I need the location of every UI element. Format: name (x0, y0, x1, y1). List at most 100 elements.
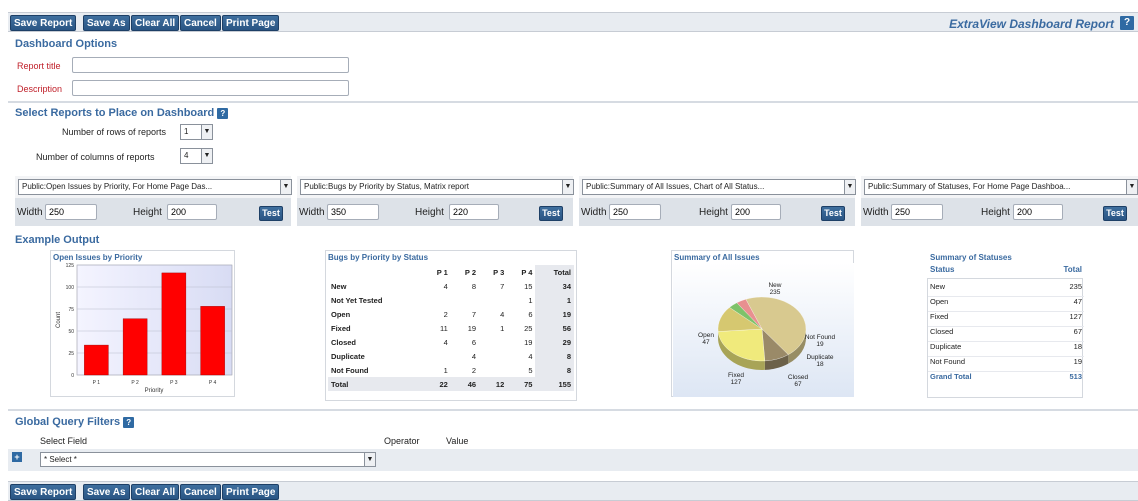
height-label: Height (699, 207, 728, 218)
description-input[interactable] (72, 80, 349, 96)
print-page-button[interactable]: Print Page (222, 484, 279, 500)
add-filter-icon[interactable]: + (12, 452, 22, 462)
app-title: ExtraView Dashboard Report (949, 17, 1114, 31)
clear-all-button[interactable]: Clear All (131, 15, 179, 31)
top-toolbar: Save Report Save As Clear All Cancel Pri… (8, 12, 1138, 32)
cell: 5 (507, 363, 535, 377)
matrix-header-cell: P 1 (423, 265, 451, 279)
report-title-label: Report title (17, 61, 61, 71)
width-input[interactable] (45, 204, 97, 220)
cell: 6 (507, 307, 535, 321)
total-cell: 56 (535, 321, 574, 335)
test-button[interactable]: Test (539, 206, 563, 221)
report-column-1: Public:Open Issues by Priority, For Home… (15, 176, 291, 226)
x-axis-label: Priority (145, 388, 164, 394)
table-row: Open 2 7 4 6 19 (328, 307, 574, 321)
help-icon[interactable]: ? (1120, 16, 1134, 30)
report-select-4[interactable]: Public:Summary of Statuses, For Home Pag… (864, 179, 1138, 195)
rows-select[interactable]: 1 ▼ (180, 124, 213, 140)
y-tick-label: 75 (68, 307, 74, 313)
bar (123, 319, 147, 375)
status-total: 19 (1074, 357, 1082, 366)
cell: 2 (423, 307, 451, 321)
status-summary-card: Summary of Statuses Status Total New235 … (927, 278, 1083, 398)
matrix-header-row: P 1 P 2 P 3 P 4 Total (328, 265, 574, 279)
example-output-title: Example Output (15, 234, 99, 246)
cancel-button[interactable]: Cancel (180, 484, 221, 500)
cell: 25 (507, 321, 535, 335)
help-icon[interactable]: ? (123, 417, 134, 428)
cell: 1 (479, 321, 507, 335)
print-page-button[interactable]: Print Page (222, 15, 279, 31)
cell: 4 (423, 335, 451, 349)
test-button[interactable]: Test (259, 206, 283, 221)
width-input[interactable] (891, 204, 943, 220)
save-report-button[interactable]: Save Report (10, 484, 76, 500)
height-label: Height (133, 207, 162, 218)
table-row: New235 (928, 282, 1084, 297)
chevron-down-icon: ▼ (562, 180, 573, 194)
chevron-down-icon: ▼ (1126, 180, 1137, 194)
clear-all-button[interactable]: Clear All (131, 484, 179, 500)
test-button[interactable]: Test (821, 206, 845, 221)
filter-field-select[interactable]: * Select * ▼ (40, 452, 376, 467)
y-tick-label: 100 (66, 285, 75, 291)
filter-field-value: * Select * (44, 455, 77, 464)
y-tick-label: 25 (68, 351, 74, 357)
cell (423, 293, 451, 307)
width-label: Width (17, 207, 43, 218)
test-button[interactable]: Test (1103, 206, 1127, 221)
cancel-button[interactable]: Cancel (180, 15, 221, 31)
help-icon[interactable]: ? (217, 108, 228, 119)
pie-label-name: Fixed (728, 372, 744, 379)
rows-label: Number of rows of reports (62, 127, 166, 137)
dashboard-options-title: Dashboard Options (15, 38, 117, 50)
height-input[interactable] (1013, 204, 1063, 220)
matrix-total-row: Total 22 46 12 75 155 (328, 377, 574, 391)
cell: 4 (479, 307, 507, 321)
save-report-button[interactable]: Save Report (10, 15, 76, 31)
cell (451, 293, 479, 307)
status-name: Fixed (930, 312, 948, 321)
pie-label-name: Duplicate (806, 354, 833, 361)
report-select-2[interactable]: Public:Bugs by Priority by Status, Matri… (300, 179, 574, 195)
save-as-button[interactable]: Save As (83, 484, 130, 500)
height-label: Height (415, 207, 444, 218)
matrix-header-cell: P 4 (507, 265, 535, 279)
pie-label-value: 67 (794, 381, 802, 388)
cell: 7 (479, 279, 507, 293)
cell: 46 (451, 377, 479, 391)
status-total: 67 (1074, 327, 1082, 336)
matrix-header-cell: P 3 (479, 265, 507, 279)
grand-total-label: Grand Total (930, 372, 972, 381)
cell: 6 (451, 335, 479, 349)
chevron-down-icon: ▼ (201, 149, 212, 163)
columns-select[interactable]: 4 ▼ (180, 148, 213, 164)
report-title-input[interactable] (72, 57, 349, 73)
bar-chart: 0255075100125P 1P 2P 3P 4 Priority Count (51, 251, 236, 398)
cell (479, 349, 507, 363)
table-row: Duplicate18 (928, 342, 1084, 357)
report-select-1[interactable]: Public:Open Issues by Priority, For Home… (18, 179, 292, 195)
rows-select-value: 1 (184, 127, 188, 136)
status-name: New (930, 282, 945, 291)
cell (479, 363, 507, 377)
chevron-down-icon: ▼ (364, 453, 375, 467)
report-select-3[interactable]: Public:Summary of All Issues, Chart of A… (582, 179, 856, 195)
height-input[interactable] (167, 204, 217, 220)
select-reports-title-text: Select Reports to Place on Dashboard (15, 107, 214, 119)
height-input[interactable] (731, 204, 781, 220)
columns-select-value: 4 (184, 151, 188, 160)
width-input[interactable] (327, 204, 379, 220)
cell: 75 (507, 377, 535, 391)
matrix-header-cell: P 2 (451, 265, 479, 279)
operator-label: Operator (384, 436, 420, 446)
bar-chart-card: Open Issues by Priority 0255075100125P 1… (50, 250, 235, 397)
status-summary-title: Summary of Statuses (930, 253, 1012, 262)
report-select-value: Public:Summary of All Issues, Chart of A… (586, 182, 764, 191)
save-as-button[interactable]: Save As (83, 15, 130, 31)
width-input[interactable] (609, 204, 661, 220)
height-input[interactable] (449, 204, 499, 220)
table-row: Open47 (928, 297, 1084, 312)
y-tick-label: 125 (66, 263, 75, 269)
